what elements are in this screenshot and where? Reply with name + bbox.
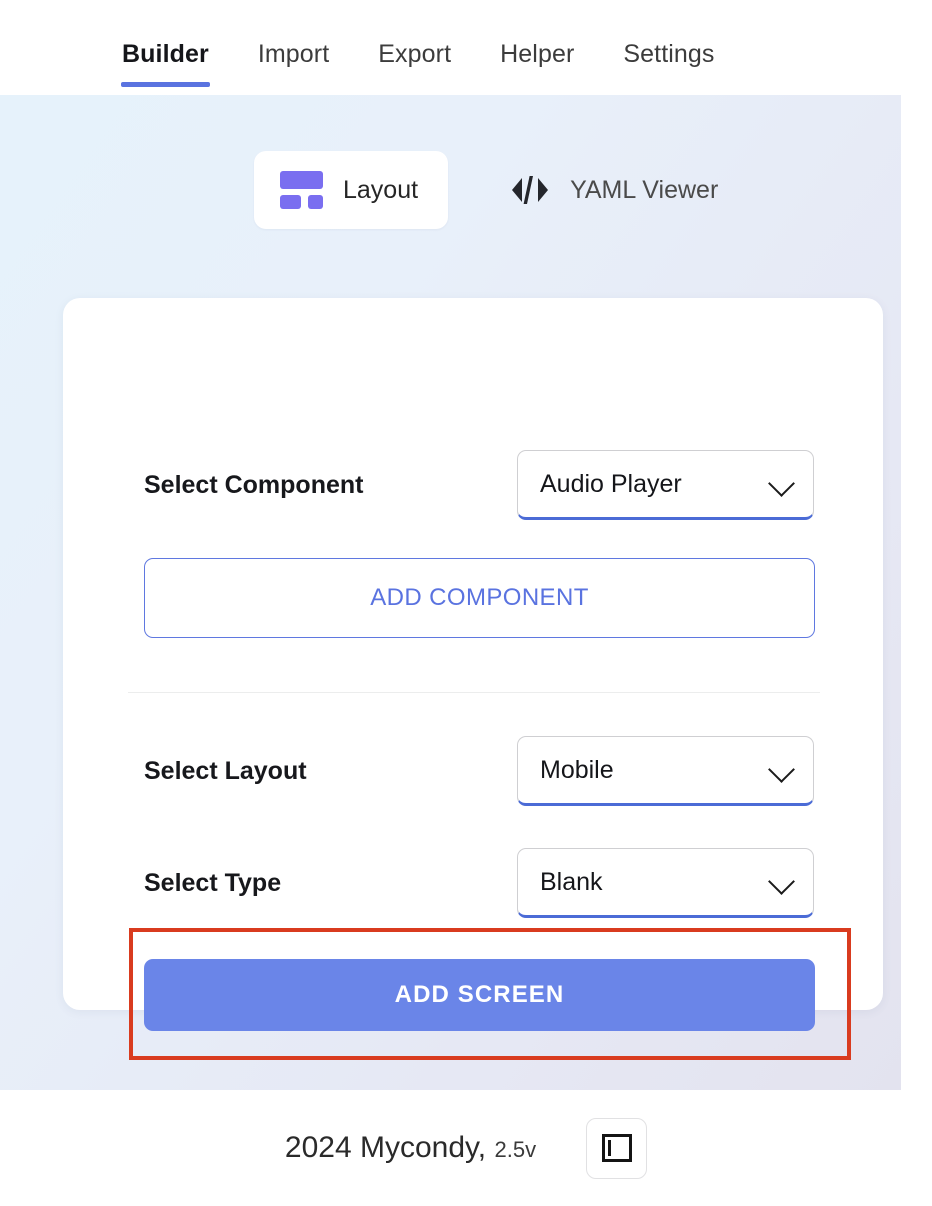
content-area: Layout YAML Viewer Select Component Audi… [0, 95, 932, 1090]
code-icon [510, 173, 550, 207]
add-screen-button[interactable]: ADD SCREEN [144, 959, 815, 1031]
tab-builder[interactable]: Builder [121, 40, 210, 87]
tab-export[interactable]: Export [378, 40, 451, 87]
select-component-dropdown[interactable]: Audio Player [517, 450, 814, 520]
scroll-gutter[interactable] [901, 95, 932, 1090]
field-select-type: Select Type Blank [144, 848, 814, 918]
toggle-layout-view[interactable]: Layout [254, 151, 449, 229]
chevron-down-icon [768, 470, 795, 497]
chevron-down-icon [768, 868, 795, 895]
sidebar-toggle-button[interactable] [586, 1117, 648, 1179]
toggle-yaml-label: YAML Viewer [570, 175, 719, 204]
select-layout-label: Select Layout [144, 756, 307, 785]
card-divider [128, 692, 820, 693]
tab-import[interactable]: Import [258, 40, 329, 87]
select-component-label: Select Component [144, 470, 364, 499]
select-type-value: Blank [540, 867, 603, 896]
add-component-button-label: ADD COMPONENT [370, 584, 589, 611]
tab-helper-label: Helper [500, 40, 575, 68]
tab-settings[interactable]: Settings [623, 40, 714, 87]
top-navigation: Builder Import Export Helper Settings [0, 0, 932, 95]
tab-settings-label: Settings [623, 40, 715, 68]
footer: 2024 Mycondy, 2.5v [0, 1090, 932, 1206]
footer-copyright-text: 2024 Mycondy, [284, 1131, 487, 1164]
tab-builder-label: Builder [122, 40, 209, 68]
select-layout-dropdown[interactable]: Mobile [517, 736, 814, 806]
panel-left-icon [601, 1134, 632, 1162]
view-mode-toggle: Layout YAML Viewer [254, 151, 718, 229]
add-component-button[interactable]: ADD COMPONENT [144, 558, 815, 638]
layout-icon [280, 171, 323, 209]
add-screen-button-label: ADD SCREEN [394, 981, 565, 1008]
builder-card: Select Component Audio Player ADD COMPON… [63, 298, 883, 1010]
app-root: Builder Import Export Helper Settings La… [0, 0, 932, 1206]
select-type-dropdown[interactable]: Blank [517, 848, 814, 918]
select-layout-value: Mobile [540, 755, 614, 784]
footer-version: 2.5v [494, 1137, 537, 1162]
tab-export-label: Export [378, 40, 452, 68]
select-component-value: Audio Player [540, 469, 682, 498]
field-select-layout: Select Layout Mobile [144, 736, 814, 806]
chevron-down-icon [768, 756, 795, 783]
toggle-layout-label: Layout [343, 175, 419, 204]
select-type-label: Select Type [144, 868, 282, 897]
footer-copyright: 2024 Mycondy, 2.5v [285, 1131, 536, 1165]
toggle-yaml-view[interactable]: YAML Viewer [510, 173, 718, 207]
tab-import-label: Import [257, 40, 330, 68]
tab-helper[interactable]: Helper [500, 40, 574, 87]
field-select-component: Select Component Audio Player [144, 450, 814, 520]
